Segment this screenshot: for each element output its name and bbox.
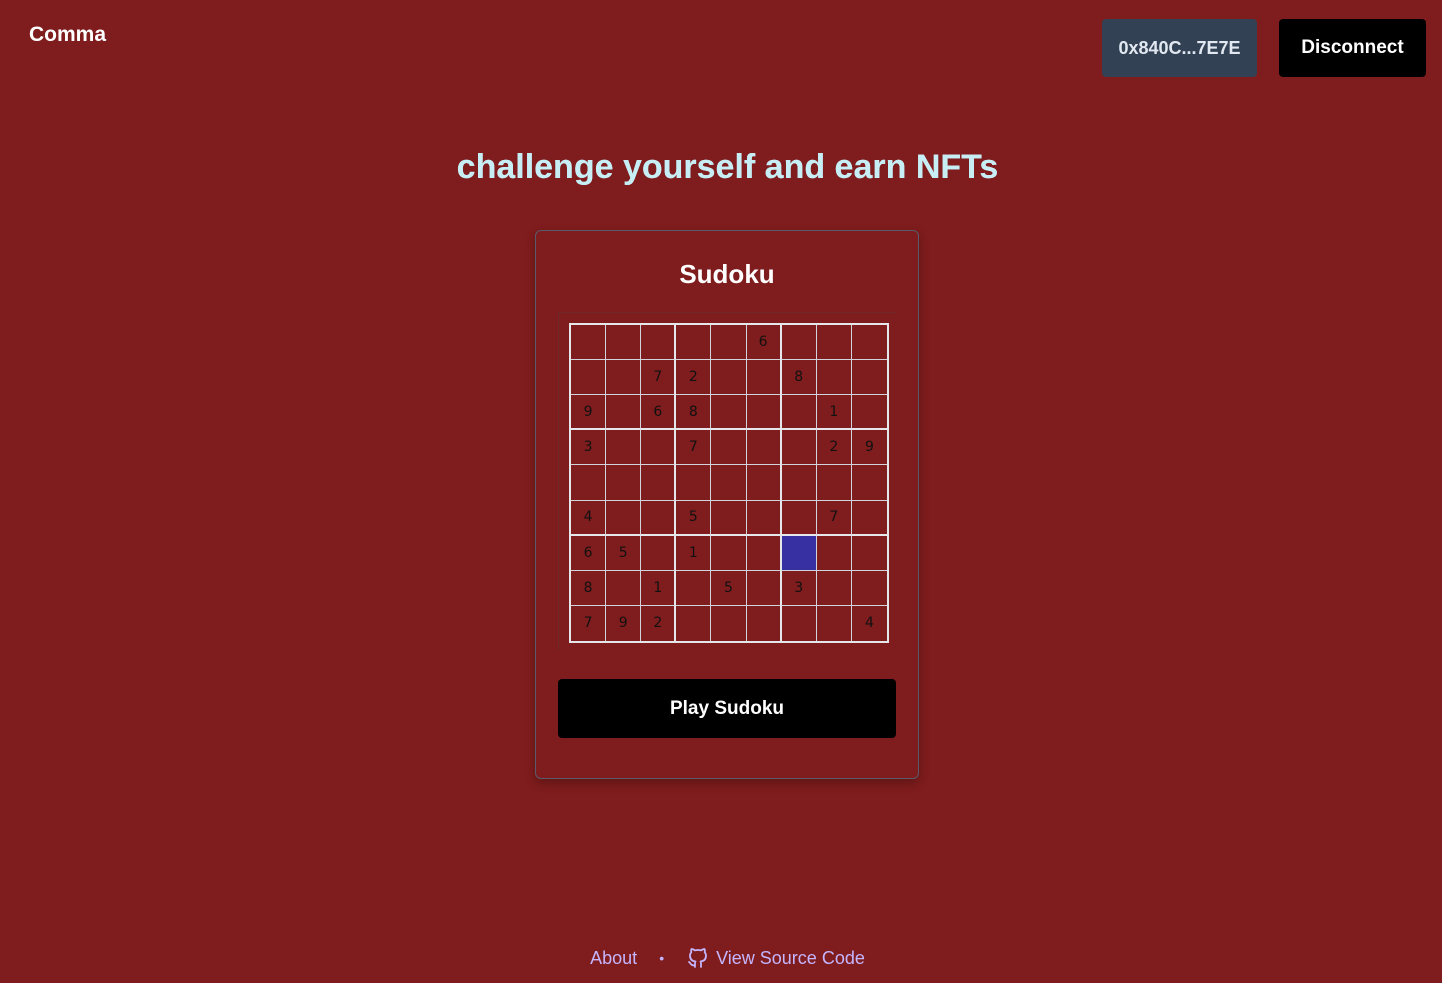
sudoku-cell[interactable]: 1 <box>676 535 712 571</box>
sudoku-cell[interactable]: 2 <box>676 360 712 396</box>
sudoku-cell[interactable] <box>746 430 782 466</box>
sudoku-cell[interactable] <box>781 500 817 536</box>
sudoku-cell[interactable]: 7 <box>816 500 852 536</box>
sudoku-card: Sudoku 67289681372945765181537924 Play S… <box>535 230 919 779</box>
view-source-label: View Source Code <box>716 948 865 968</box>
sudoku-cell[interactable] <box>711 360 747 396</box>
sudoku-cell[interactable] <box>676 605 712 641</box>
sudoku-cell[interactable] <box>676 325 712 361</box>
sudoku-cell[interactable]: 6 <box>641 395 677 431</box>
sudoku-cell[interactable] <box>571 465 607 501</box>
sudoku-cell[interactable] <box>747 605 782 641</box>
sudoku-cell[interactable] <box>781 395 817 431</box>
sudoku-cell[interactable] <box>641 500 677 536</box>
sudoku-cell[interactable] <box>676 465 712 501</box>
sudoku-cell[interactable]: 3 <box>781 570 817 606</box>
sudoku-cell[interactable] <box>816 465 852 501</box>
sudoku-board: 67289681372945765181537924 <box>569 323 889 643</box>
sudoku-cell[interactable]: 9 <box>606 605 642 641</box>
sudoku-cell[interactable] <box>641 430 677 466</box>
sudoku-cell[interactable]: 1 <box>641 570 677 606</box>
sudoku-cell[interactable] <box>746 395 782 431</box>
sudoku-cell[interactable] <box>711 500 747 536</box>
sudoku-cell[interactable] <box>746 535 782 571</box>
footer-separator: • <box>659 950 665 966</box>
sudoku-cell[interactable] <box>817 605 852 641</box>
sudoku-cell[interactable]: 8 <box>571 570 607 606</box>
sudoku-cell[interactable] <box>816 325 852 361</box>
sudoku-cell[interactable]: 5 <box>676 500 712 536</box>
sudoku-cell[interactable] <box>606 325 642 361</box>
sudoku-cell[interactable] <box>816 570 852 606</box>
sudoku-cell[interactable] <box>781 535 817 571</box>
sudoku-cell[interactable]: 7 <box>676 430 712 466</box>
sudoku-cell[interactable] <box>746 360 782 396</box>
sudoku-cell[interactable] <box>851 325 887 361</box>
card-title: Sudoku <box>679 259 775 289</box>
sudoku-cell[interactable] <box>606 430 642 466</box>
sudoku-cell[interactable]: 2 <box>816 430 852 466</box>
sudoku-cell[interactable] <box>571 325 607 361</box>
sudoku-cell[interactable] <box>816 535 852 571</box>
sudoku-cell[interactable] <box>641 535 677 571</box>
sudoku-cell[interactable]: 5 <box>606 535 642 571</box>
sudoku-cell[interactable] <box>781 325 817 361</box>
sudoku-cell[interactable]: 6 <box>746 325 782 361</box>
sudoku-cell[interactable] <box>851 395 887 431</box>
sudoku-cell[interactable] <box>571 360 607 396</box>
sudoku-cell[interactable] <box>641 465 677 501</box>
sudoku-cell[interactable]: 4 <box>852 606 887 641</box>
sudoku-cell[interactable] <box>851 465 887 501</box>
play-sudoku-button[interactable]: Play Sudoku <box>558 679 896 738</box>
github-icon <box>688 948 707 968</box>
sudoku-cell[interactable] <box>746 465 782 501</box>
sudoku-cell[interactable] <box>746 500 782 536</box>
sudoku-cell[interactable] <box>851 501 887 536</box>
sudoku-cell[interactable]: 7 <box>571 605 607 641</box>
sudoku-cell[interactable]: 1 <box>816 395 852 431</box>
sudoku-cell[interactable] <box>606 395 642 431</box>
sudoku-cell[interactable] <box>711 395 747 431</box>
sudoku-cell[interactable]: 6 <box>571 535 607 571</box>
sudoku-cell[interactable] <box>816 360 852 396</box>
sudoku-cell[interactable]: 2 <box>641 605 677 641</box>
sudoku-cell[interactable] <box>711 465 747 501</box>
sudoku-cell[interactable] <box>851 571 887 606</box>
disconnect-button[interactable]: Disconnect <box>1279 19 1426 77</box>
sudoku-cell[interactable] <box>606 465 642 501</box>
sudoku-cell[interactable] <box>606 360 642 396</box>
sudoku-cell[interactable] <box>746 570 782 606</box>
sudoku-cell[interactable] <box>711 605 747 641</box>
brand-logo[interactable]: Comma <box>29 21 106 49</box>
sudoku-cell[interactable]: 3 <box>571 430 607 466</box>
sudoku-cell[interactable] <box>606 500 642 536</box>
sudoku-cell[interactable] <box>782 605 817 641</box>
sudoku-cell[interactable] <box>781 465 817 501</box>
sudoku-cell[interactable]: 8 <box>781 360 817 396</box>
sudoku-cell[interactable]: 4 <box>571 500 607 536</box>
view-source-link[interactable]: View Source Code <box>686 944 865 972</box>
about-link[interactable]: About <box>590 944 637 972</box>
sudoku-cell[interactable] <box>711 535 747 571</box>
sudoku-cell[interactable] <box>851 536 887 571</box>
sudoku-cell[interactable]: 8 <box>676 395 712 431</box>
wallet-address-button[interactable]: 0x840C...7E7E <box>1102 19 1257 77</box>
sudoku-cell[interactable]: 9 <box>851 430 887 466</box>
sudoku-cell[interactable] <box>851 360 887 396</box>
sudoku-cell[interactable] <box>606 570 642 606</box>
footer: About • View Source Code <box>0 944 1442 972</box>
page-headline: challenge yourself and earn NFTs <box>0 143 1442 191</box>
sudoku-cell[interactable] <box>711 430 747 466</box>
sudoku-cell[interactable] <box>781 430 817 466</box>
sudoku-cell[interactable] <box>641 325 677 361</box>
sudoku-cell[interactable]: 9 <box>571 395 607 431</box>
sudoku-cell[interactable] <box>676 570 712 606</box>
sudoku-cell[interactable] <box>711 325 747 361</box>
sudoku-cell[interactable]: 7 <box>641 360 677 396</box>
sudoku-cell[interactable]: 5 <box>711 570 747 606</box>
